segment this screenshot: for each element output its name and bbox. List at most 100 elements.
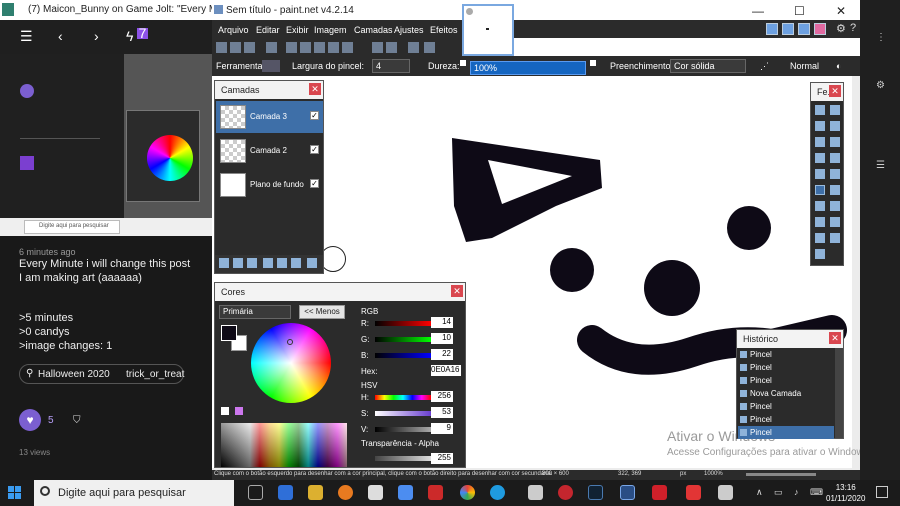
menu-camadas[interactable]: Camadas — [354, 25, 393, 35]
v-slider[interactable] — [375, 427, 431, 432]
h-slider[interactable] — [375, 395, 431, 400]
s-input[interactable]: 53 — [431, 407, 453, 418]
duplicate-layer-icon[interactable] — [247, 258, 257, 268]
text-icon[interactable] — [815, 233, 825, 243]
fill-select[interactable]: Cor sólida — [670, 59, 746, 73]
close-image-icon[interactable] — [466, 8, 473, 15]
history-item[interactable]: Pincel — [738, 374, 834, 387]
layer-row[interactable]: Camada 2 ✓ — [216, 135, 323, 167]
back-icon[interactable]: ‹ — [58, 28, 63, 44]
clock[interactable]: 13:16 01/11/2020 — [826, 482, 865, 504]
save-icon[interactable] — [244, 42, 255, 53]
blend-mode-select[interactable]: Normal — [790, 61, 819, 71]
close-icon[interactable]: ✕ — [836, 4, 846, 18]
color-palette[interactable] — [221, 423, 347, 467]
history-item[interactable]: Pincel — [738, 413, 834, 426]
add-layer-icon[interactable] — [219, 258, 229, 268]
less-button[interactable]: << Menos — [299, 305, 345, 319]
menu-imagem[interactable]: Imagem — [314, 25, 347, 35]
alpha-blend-icon[interactable]: ◐ — [836, 61, 841, 71]
vertical-scrollbar[interactable] — [852, 76, 860, 468]
app-icon[interactable] — [428, 485, 443, 500]
hardness-increase-icon[interactable] — [590, 60, 596, 66]
windows-start-icon[interactable] — [8, 486, 22, 500]
history-item[interactable]: Pincel — [738, 348, 834, 361]
gamejolt-taskbar-icon[interactable] — [528, 485, 543, 500]
hardness-decrease-icon[interactable] — [460, 60, 466, 66]
palette-menu-icon[interactable] — [235, 407, 243, 415]
line-icon[interactable] — [830, 233, 840, 243]
new-icon[interactable] — [216, 42, 227, 53]
crop-icon[interactable] — [328, 42, 339, 53]
rulers-icon[interactable] — [424, 42, 435, 53]
network-icon[interactable]: ▭ — [774, 487, 783, 498]
g-input[interactable]: 10 — [431, 333, 453, 344]
recolor-icon[interactable] — [830, 217, 840, 227]
r-input[interactable]: 14 — [431, 317, 453, 328]
roblox-icon[interactable] — [652, 485, 667, 500]
firefox-icon[interactable] — [338, 485, 353, 500]
history-toggle-icon[interactable] — [782, 23, 794, 35]
primary-color-swatch[interactable] — [221, 325, 237, 341]
file-explorer-icon[interactable] — [308, 485, 323, 500]
magic-wand-icon[interactable] — [815, 153, 825, 163]
hex-input[interactable]: 0E0A16 — [431, 365, 461, 376]
tools-toggle-icon[interactable] — [766, 23, 778, 35]
activity-icon[interactable]: ϟ — [126, 28, 133, 44]
color-picker-icon[interactable] — [830, 201, 840, 211]
paste-icon[interactable] — [314, 42, 325, 53]
close-icon[interactable]: ✕ — [829, 85, 841, 97]
move-selection-icon[interactable] — [830, 105, 840, 115]
merge-layer-icon[interactable] — [263, 258, 273, 268]
close-icon[interactable]: ✕ — [829, 332, 841, 344]
hardness-slider[interactable]: 100% — [470, 61, 586, 75]
undo-icon[interactable] — [372, 42, 383, 53]
chrome-icon[interactable] — [460, 485, 475, 500]
paintbrush-icon[interactable] — [262, 60, 280, 72]
event-tag[interactable]: ⚲ Halloween 2020 trick_or_treat — [19, 364, 184, 384]
history-item[interactable]: Pincel — [738, 426, 834, 439]
r-slider[interactable] — [375, 321, 431, 326]
menu-efeitos[interactable]: Efeitos — [430, 25, 458, 35]
print-icon[interactable] — [266, 42, 277, 53]
history-scrollbar[interactable] — [835, 348, 843, 438]
menu-ajustes[interactable]: Ajustes — [394, 25, 424, 35]
discord-icon[interactable] — [398, 485, 413, 500]
b-input[interactable]: 22 — [431, 349, 453, 360]
menu-icon[interactable]: ☰ — [20, 28, 33, 45]
grid-icon[interactable] — [408, 42, 419, 53]
move-up-icon[interactable] — [277, 258, 287, 268]
layer-visibility-checkbox[interactable]: ✓ — [310, 111, 319, 120]
edge-icon[interactable] — [490, 485, 505, 500]
taskbar-search[interactable]: Digite aqui para pesquisar — [34, 480, 234, 506]
store-icon[interactable] — [368, 485, 383, 500]
side-icon[interactable]: ☰ — [876, 160, 885, 171]
ellipse-select-icon[interactable] — [815, 137, 825, 147]
paint-bucket-icon[interactable] — [815, 169, 825, 179]
copy-icon[interactable] — [300, 42, 311, 53]
layer-visibility-checkbox[interactable]: ✓ — [310, 179, 319, 188]
s-slider[interactable] — [375, 411, 431, 416]
color-wheel[interactable] — [251, 323, 331, 403]
h-input[interactable]: 256 — [431, 391, 453, 402]
zoom-icon[interactable] — [830, 137, 840, 147]
colors-toggle-icon[interactable] — [814, 23, 826, 35]
shapes-icon[interactable] — [815, 249, 825, 259]
delete-layer-icon[interactable] — [233, 258, 243, 268]
history-item[interactable]: Pincel — [738, 400, 834, 413]
forward-icon[interactable]: › — [94, 28, 99, 44]
add-to-palette-icon[interactable] — [221, 407, 229, 415]
antialias-icon[interactable]: ⋰ — [760, 61, 769, 72]
history-item[interactable]: Pincel — [738, 361, 834, 374]
image-thumbnail-tab[interactable] — [462, 4, 514, 56]
deselect-icon[interactable] — [342, 42, 353, 53]
history-item[interactable]: Nova Camada — [738, 387, 834, 400]
lasso-icon[interactable] — [815, 121, 825, 131]
eraser-icon[interactable] — [830, 185, 840, 195]
roblox-studio-icon[interactable] — [686, 485, 701, 500]
layers-toggle-icon[interactable] — [798, 23, 810, 35]
layer-row[interactable]: Camada 3 ✓ — [216, 101, 323, 133]
notifications-icon[interactable] — [876, 486, 888, 498]
g-slider[interactable] — [375, 337, 431, 342]
app-icon[interactable] — [558, 485, 573, 500]
